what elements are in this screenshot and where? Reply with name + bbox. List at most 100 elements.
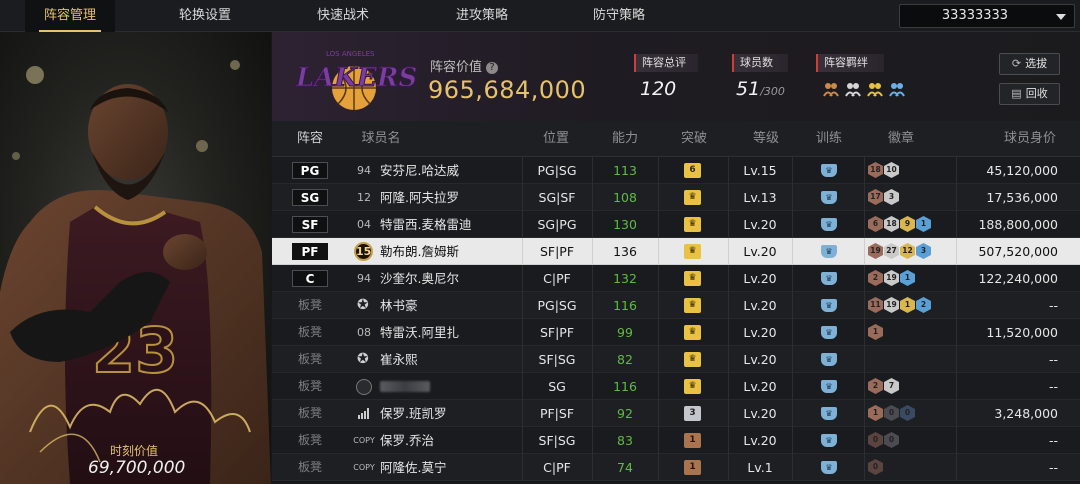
- column-divider: [956, 373, 957, 400]
- badge-icon: 2: [868, 378, 883, 394]
- training-icon[interactable]: ♛: [821, 434, 837, 447]
- table-row[interactable]: 板凳 COPY 阿隆佐.莫宁 C|PF 74 1 Lv.1 ♛ 0 --: [272, 454, 1080, 481]
- header-level[interactable]: 等级: [746, 121, 786, 157]
- tab-offense-strategy[interactable]: 进攻策略: [437, 0, 527, 32]
- training-icon[interactable]: ♛: [821, 245, 837, 258]
- badge-list[interactable]: 00: [868, 432, 899, 449]
- player-name[interactable]: 崔永熙: [380, 346, 418, 373]
- table-row[interactable]: 板凳 SG 116 ♛ Lv.20 ♛ 2 7 --: [272, 373, 1080, 400]
- breakthrough-icon[interactable]: ♛: [684, 271, 701, 286]
- breakthrough-icon[interactable]: ♛: [684, 244, 701, 259]
- table-row[interactable]: 板凳 COPY 保罗.乔治 SF|SG 83 1 Lv.20 ♛ 0 0 --: [272, 427, 1080, 454]
- tab-rotation-settings[interactable]: 轮换设置: [160, 0, 250, 32]
- column-divider: [864, 157, 865, 184]
- header-value[interactable]: 球员身价: [998, 121, 1062, 157]
- bond-icon-orange[interactable]: [822, 80, 840, 98]
- header-lineup[interactable]: 阵容: [290, 121, 330, 157]
- breakthrough-icon[interactable]: 3: [684, 406, 701, 421]
- training-icon[interactable]: ♛: [821, 164, 837, 177]
- breakthrough-icon[interactable]: 1: [684, 433, 701, 448]
- breakthrough-icon[interactable]: ♛: [684, 325, 701, 340]
- table-row[interactable]: SF 04 特雷西.麦格雷迪 SG|PG 130 ♛ Lv.20 ♛ 6 18 9 1 188,800,…: [272, 211, 1080, 238]
- training-icon[interactable]: ♛: [821, 461, 837, 474]
- header-ability[interactable]: 能力: [608, 121, 642, 157]
- training-icon[interactable]: ♛: [821, 326, 837, 339]
- breakthrough-icon[interactable]: 1: [684, 460, 701, 475]
- help-icon[interactable]: ?: [486, 62, 499, 74]
- badge-list[interactable]: 27: [868, 378, 899, 395]
- training-icon[interactable]: ♛: [821, 272, 837, 285]
- player-name[interactable]: 阿隆.阿夫拉罗: [380, 184, 459, 211]
- player-name[interactable]: 沙奎尔.奥尼尔: [380, 265, 459, 292]
- level-value: Lv.20: [743, 244, 777, 259]
- player-name[interactable]: 保罗.乔治: [380, 427, 434, 454]
- breakthrough-icon[interactable]: ♛: [684, 379, 701, 394]
- position-slot-badge[interactable]: PG: [292, 162, 328, 179]
- header-position[interactable]: 位置: [536, 121, 576, 157]
- table-row[interactable]: PG 94 安芬尼.哈达威 PG|SG 113 6 Lv.15 ♛ 18 10 45,120,000: [272, 157, 1080, 184]
- jersey-number: 08: [357, 326, 371, 339]
- player-name[interactable]: 林书豪: [380, 292, 418, 319]
- tab-quick-tactics[interactable]: 快速战术: [298, 0, 388, 32]
- position-slot-badge[interactable]: SG: [292, 189, 328, 206]
- training-icon[interactable]: ♛: [821, 191, 837, 204]
- breakthrough-icon[interactable]: ♛: [684, 190, 701, 205]
- breakthrough-icon[interactable]: 6: [684, 163, 701, 178]
- header-breakthrough[interactable]: 突破: [674, 121, 714, 157]
- badge-list[interactable]: 100: [868, 405, 915, 422]
- position-slot-badge[interactable]: C: [292, 270, 328, 287]
- badge-list[interactable]: 18 10: [868, 162, 899, 179]
- breakthrough-icon[interactable]: ♛: [684, 298, 701, 313]
- player-name[interactable]: 保罗.班凯罗: [380, 400, 446, 427]
- position-slot-badge[interactable]: SF: [292, 216, 328, 233]
- bond-icon-gold[interactable]: [866, 80, 884, 98]
- player-name[interactable]: 特雷沃.阿里扎: [380, 319, 459, 346]
- bond-icon-white[interactable]: [844, 80, 862, 98]
- tab-lineup-management[interactable]: 阵容管理: [25, 0, 115, 32]
- badge-list[interactable]: 17 3: [868, 189, 899, 206]
- badge-icon: 19: [884, 297, 899, 313]
- breakthrough-icon[interactable]: ♛: [684, 352, 701, 367]
- position-value: SF|SG: [538, 433, 576, 448]
- header-name[interactable]: 球员名: [356, 121, 406, 157]
- jersey-number: 04: [357, 218, 371, 231]
- badge-list[interactable]: 11 19 1 2: [868, 297, 931, 314]
- badge-list[interactable]: 6 18 9 1: [868, 216, 931, 233]
- training-icon[interactable]: ♛: [821, 218, 837, 231]
- badge-icon: 10: [884, 162, 899, 178]
- select-button[interactable]: ⟳ 选拔: [999, 53, 1060, 75]
- lineup-dropdown[interactable]: 33333333: [899, 4, 1075, 28]
- player-name[interactable]: 特雷西.麦格雷迪: [380, 211, 471, 238]
- badge-list[interactable]: 19 27 12 3: [868, 243, 931, 260]
- tab-defense-strategy[interactable]: 防守策略: [574, 0, 664, 32]
- table-row[interactable]: PF 15 勒布朗.詹姆斯 SF|PF 136 ♛ Lv.20 ♛ 19 27 12 3 507,520…: [272, 238, 1080, 265]
- player-value: --: [1048, 433, 1058, 448]
- header-training[interactable]: 训练: [812, 121, 846, 157]
- breakthrough-icon[interactable]: ♛: [684, 217, 701, 232]
- training-icon[interactable]: ♛: [821, 299, 837, 312]
- table-row[interactable]: 板凳 08 特雷沃.阿里扎 SF|PF 99 ♛ Lv.20 ♛ 1 11,520,000: [272, 319, 1080, 346]
- position-value: C|PF: [543, 271, 571, 286]
- table-row[interactable]: 板凳 保罗.班凯罗 PF|SF 92 3 Lv.20 ♛ 1 0 0 3,248,000: [272, 400, 1080, 427]
- table-row[interactable]: 板凳 ✪ 崔永熙 SF|SG 82 ♛ Lv.20 ♛ --: [272, 346, 1080, 373]
- badge-list[interactable]: 1: [868, 324, 883, 341]
- badge-list[interactable]: 2 19 1: [868, 270, 915, 287]
- badge-list[interactable]: 0: [868, 459, 883, 476]
- position-slot-badge[interactable]: PF: [292, 243, 328, 260]
- player-name[interactable]: 安芬尼.哈达威: [380, 157, 459, 184]
- training-icon[interactable]: ♛: [821, 353, 837, 366]
- training-icon[interactable]: ♛: [821, 380, 837, 393]
- lineup-dropdown-value: 33333333: [941, 8, 1009, 23]
- player-name[interactable]: 勒布朗.詹姆斯: [380, 238, 459, 265]
- header-badges[interactable]: 徽章: [884, 121, 918, 157]
- table-row[interactable]: 板凳 ✪ 林书豪 PG|SG 116 ♛ Lv.20 ♛ 11 19 1 2 --: [272, 292, 1080, 319]
- table-row[interactable]: SG 12 阿隆.阿夫拉罗 SG|SF 108 ♛ Lv.13 ♛ 17 3 17,536,000: [272, 184, 1080, 211]
- table-row[interactable]: C 94 沙奎尔.奥尼尔 C|PF 132 ♛ Lv.20 ♛ 2 19 1 122,240,000: [272, 265, 1080, 292]
- column-divider: [792, 265, 793, 292]
- bond-icon-blue[interactable]: [888, 80, 906, 98]
- featured-player-card[interactable]: 23 时刻价值 69,700,000: [0, 32, 271, 484]
- column-divider: [864, 346, 865, 373]
- player-name[interactable]: 阿隆佐.莫宁: [380, 454, 446, 481]
- recycle-button[interactable]: ▤ 回收: [999, 83, 1060, 105]
- training-icon[interactable]: ♛: [821, 407, 837, 420]
